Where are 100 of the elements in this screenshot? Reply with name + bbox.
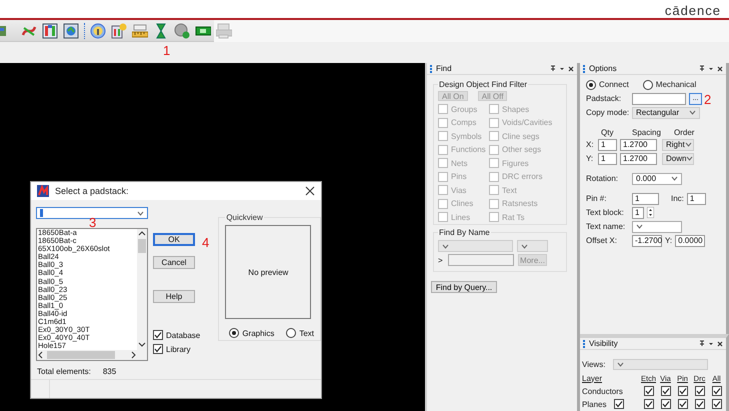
find-by-query-button[interactable]: Find by Query... [431, 281, 497, 293]
input-field[interactable]: 1 [632, 206, 644, 218]
vertical-scrollbar[interactable] [137, 229, 147, 350]
input-field[interactable]: 1 [632, 192, 659, 204]
dialog-button[interactable]: Cancel [153, 256, 195, 269]
checkbox-label: Other segs [502, 145, 542, 154]
checkbox[interactable] [489, 158, 499, 168]
checkbox-label: Rat Ts [502, 212, 525, 222]
caret-icon [442, 244, 449, 248]
column-header: Layer [582, 374, 604, 382]
globe-icon[interactable] [63, 22, 79, 38]
filter-field[interactable] [36, 207, 148, 219]
radio-button[interactable] [229, 328, 240, 338]
input-field[interactable]: 1.2700 [620, 138, 657, 150]
field-label: Text block: [586, 208, 625, 217]
checkbox-label: Clines [451, 199, 474, 208]
checkbox[interactable] [712, 399, 722, 409]
close-icon[interactable] [305, 186, 315, 196]
checkbox[interactable] [438, 144, 448, 154]
grip-icon[interactable] [583, 340, 586, 348]
checkbox[interactable] [712, 386, 722, 396]
checkbox[interactable] [153, 344, 163, 354]
menu-icon[interactable] [708, 340, 714, 346]
field-label: Inc: [671, 194, 684, 203]
spinner-icon[interactable] [647, 207, 654, 218]
total-label: Total elements: [37, 367, 91, 378]
checkbox[interactable] [489, 198, 499, 208]
checkbox[interactable] [644, 386, 654, 396]
checkbox[interactable] [489, 118, 499, 128]
component-alert-icon[interactable] [111, 22, 127, 38]
radio-label: Connect [599, 80, 629, 89]
checkbox[interactable] [694, 386, 704, 396]
checkbox[interactable] [489, 185, 499, 195]
pin-icon[interactable] [699, 340, 705, 347]
input-field[interactable]: 1 [686, 192, 706, 204]
radio-label: Text [299, 328, 314, 338]
ruler-icon[interactable] [132, 22, 148, 38]
column-header: Order [674, 128, 696, 136]
pin-icon[interactable] [699, 65, 705, 72]
close-icon[interactable] [568, 66, 574, 72]
column-header: Qty [601, 128, 614, 136]
menu-icon[interactable] [708, 66, 714, 72]
checkbox[interactable] [438, 104, 448, 114]
radio-button[interactable] [286, 328, 296, 338]
input-field[interactable] [632, 92, 686, 104]
grip-icon[interactable] [583, 64, 586, 72]
pin-icon[interactable] [550, 65, 556, 72]
input-field[interactable]: 1 [598, 138, 617, 150]
column-header: Spacing [632, 128, 662, 136]
checkbox-label: Vias [451, 186, 466, 194]
checkbox-label: Functions [451, 145, 486, 154]
dropdown[interactable]: Rectangular [632, 106, 700, 118]
checkbox[interactable] [678, 399, 688, 409]
close-icon[interactable] [717, 66, 723, 72]
checkbox-label: Nets [451, 158, 468, 168]
checkbox[interactable] [438, 185, 448, 195]
dialog-button[interactable]: OK [153, 232, 195, 246]
checkbox[interactable] [438, 212, 448, 222]
checkbox[interactable] [438, 118, 448, 128]
checkbox[interactable] [489, 212, 499, 222]
checkbox[interactable] [438, 198, 448, 208]
radio-button[interactable] [586, 80, 596, 90]
checkbox[interactable] [644, 399, 654, 409]
field-label: Copy mode: [586, 108, 629, 117]
checkbox[interactable] [438, 158, 448, 168]
checkbox[interactable] [438, 172, 448, 182]
grip-icon[interactable] [430, 64, 433, 72]
input-field[interactable]: -1.2700 [632, 234, 662, 246]
field-label: Views: [582, 360, 606, 368]
checkbox[interactable] [489, 144, 499, 154]
dialog-button[interactable]: Help [153, 290, 195, 303]
checkbox[interactable] [489, 104, 499, 114]
checkbox[interactable] [489, 131, 499, 141]
input-field[interactable] [448, 254, 514, 266]
dialog-title: Select a padstack: [55, 186, 129, 196]
dropdown[interactable]: Right [662, 138, 694, 150]
menu-icon[interactable] [559, 66, 565, 72]
checkbox[interactable] [489, 172, 499, 182]
checkbox[interactable] [694, 399, 704, 409]
dropdown[interactable]: Down [662, 152, 694, 164]
checkbox[interactable] [660, 399, 670, 409]
input-field[interactable]: 0.0000 [675, 234, 706, 246]
disc-icon[interactable] [174, 22, 190, 38]
dropdown[interactable]: 0.000 [632, 172, 682, 184]
checkbox[interactable] [614, 399, 624, 409]
checkbox-label: Voids/Cavities [502, 118, 552, 127]
horizontal-scrollbar[interactable] [37, 350, 147, 360]
close-icon[interactable] [717, 340, 723, 346]
info-icon[interactable] [90, 22, 106, 38]
checkbox[interactable] [153, 330, 163, 340]
input-field[interactable]: 1.2700 [620, 152, 657, 164]
input-field[interactable]: 1 [598, 152, 617, 164]
group-title: Find By Name [438, 228, 491, 237]
checkbox[interactable] [660, 386, 670, 396]
caret-icon [617, 362, 624, 366]
checkbox[interactable] [678, 386, 688, 396]
checkbox[interactable] [438, 131, 448, 141]
radio-button[interactable] [642, 80, 653, 90]
radio-label: Mechanical [656, 80, 696, 89]
board-icon[interactable] [42, 22, 58, 38]
